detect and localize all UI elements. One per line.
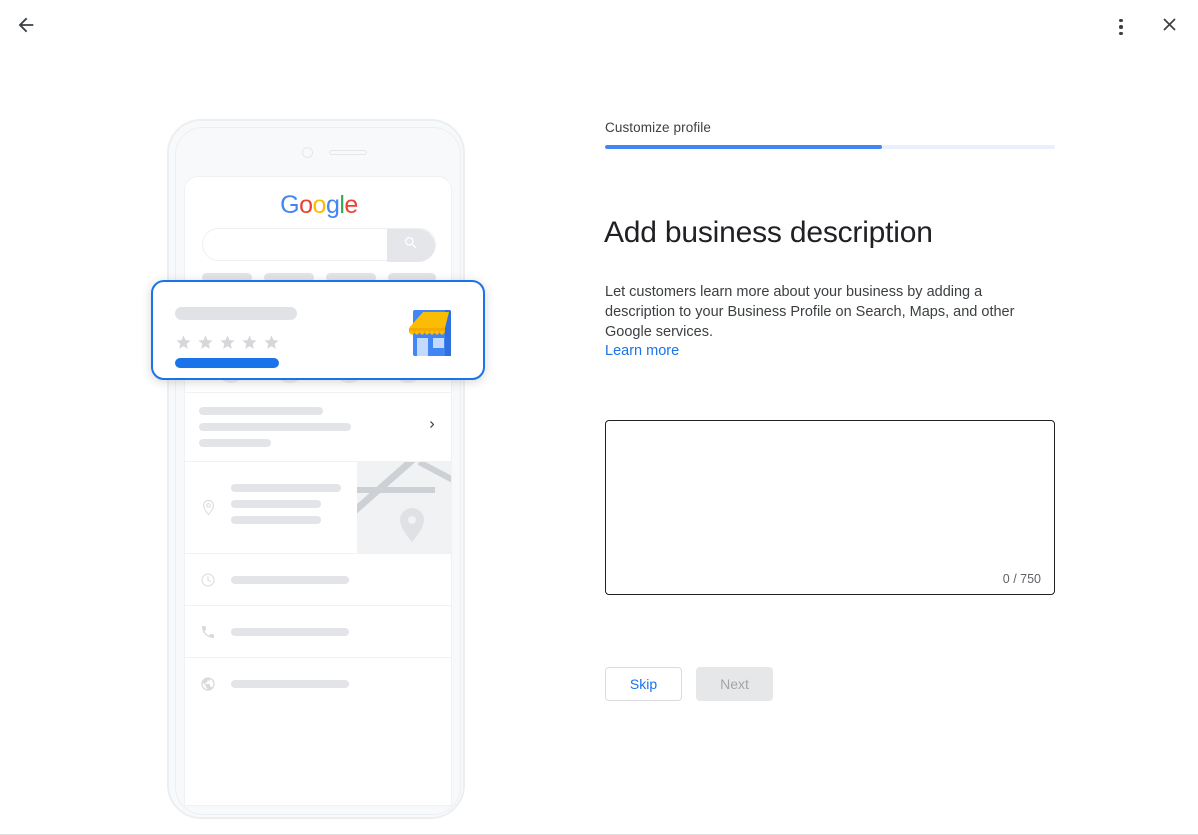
star-icon (198, 335, 213, 349)
form-actions: Skip Next (605, 667, 773, 701)
page-description: Let customers learn more about your busi… (605, 283, 1015, 340)
page-title: Add business description (604, 216, 933, 250)
website-row[interactable] (185, 657, 451, 709)
chevron-right-icon (425, 418, 439, 437)
onboarding-page: Google Customize profile Add business de… (0, 0, 1198, 835)
hours-row[interactable] (185, 553, 451, 605)
phone-screen: Google (184, 176, 452, 806)
rating-stars (175, 334, 280, 351)
clock-icon (185, 572, 231, 588)
star-icon (242, 335, 257, 349)
business-card-highlight[interactable] (151, 280, 485, 380)
character-counter: 0 / 750 (1002, 572, 1041, 586)
address-placeholder-lines (231, 462, 357, 553)
phone-row[interactable] (185, 605, 451, 657)
google-logo: Google (280, 191, 358, 219)
skip-button[interactable]: Skip (605, 667, 682, 701)
step-label: Customize profile (605, 120, 711, 135)
phone-illustration: Google (0, 56, 604, 826)
globe-icon (185, 676, 231, 692)
star-icon (220, 335, 235, 349)
learn-more-link[interactable]: Learn more (605, 343, 679, 359)
star-icon (176, 335, 191, 349)
search-submit-button[interactable] (387, 229, 435, 262)
map-thumbnail[interactable] (357, 462, 451, 554)
rating-progress-bar (175, 358, 279, 368)
arrow-back-icon (15, 14, 37, 41)
address-row[interactable] (185, 461, 451, 554)
back-button[interactable] (6, 7, 46, 47)
business-description-input[interactable] (606, 421, 1054, 561)
location-pin-icon (185, 462, 231, 553)
phone-icon (185, 624, 231, 640)
progress-bar (605, 145, 1055, 149)
search-input[interactable] (202, 228, 436, 262)
search-icon (403, 235, 419, 256)
phone-camera-icon (302, 147, 313, 158)
progress-bar-fill (605, 145, 882, 149)
description-field-wrapper[interactable]: 0 / 750 (605, 420, 1055, 595)
next-button: Next (696, 667, 773, 701)
star-icon (264, 335, 279, 349)
info-summary-row[interactable] (185, 392, 451, 461)
business-name-placeholder (175, 307, 297, 320)
phone-content-rows (185, 344, 451, 709)
storefront-icon (405, 304, 463, 367)
phone-speaker (329, 150, 367, 155)
phone-mockup: Google (167, 119, 465, 819)
form-panel: Customize profile Add business descripti… (604, 0, 1198, 835)
